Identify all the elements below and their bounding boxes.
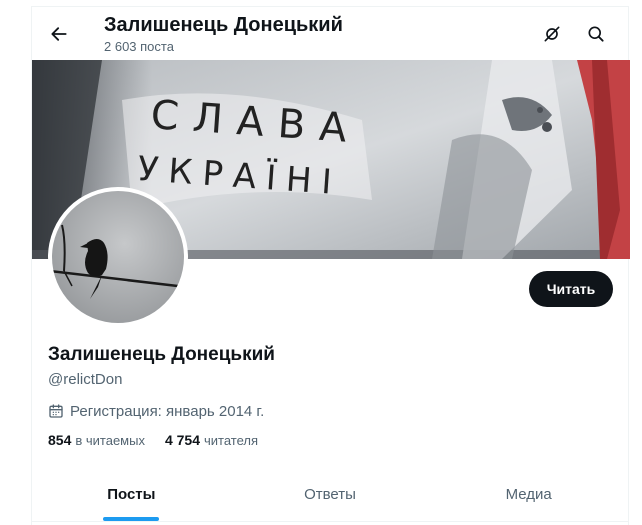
back-arrow-icon bbox=[51, 27, 67, 41]
calendar-icon bbox=[49, 404, 63, 418]
header-title: Залишенець Донецький bbox=[104, 14, 343, 36]
following-count: 854 bbox=[48, 432, 72, 448]
satellite-off-icon bbox=[544, 26, 560, 42]
search-icon bbox=[588, 26, 604, 42]
user-handle: @relictDon bbox=[48, 371, 123, 388]
display-name: Залишенець Донецький bbox=[48, 344, 275, 365]
profile-tabs: Посты Ответы Медиа bbox=[32, 467, 628, 522]
follow-stats: 854 в читаемых 4 754 читателя bbox=[48, 432, 278, 452]
following-label: в читаемых bbox=[75, 433, 145, 448]
back-button[interactable] bbox=[44, 19, 74, 49]
tab-media-label: Медиа bbox=[505, 485, 552, 503]
tab-replies-label: Ответы bbox=[304, 485, 356, 503]
following-link[interactable]: 854 в читаемых bbox=[48, 432, 145, 448]
join-date: Регистрация: январь 2014 г. bbox=[48, 401, 264, 421]
grok-button[interactable] bbox=[538, 20, 566, 48]
followers-count: 4 754 bbox=[164, 432, 201, 448]
active-tab-indicator bbox=[103, 517, 160, 521]
avatar[interactable] bbox=[48, 187, 188, 327]
avatar-image bbox=[52, 191, 184, 323]
tab-posts[interactable]: Посты bbox=[32, 467, 231, 521]
join-date-text: Регистрация: январь 2014 г. bbox=[70, 402, 265, 420]
profile-header-bar: Залишенець Донецький 2 603 поста bbox=[32, 7, 628, 60]
followers-link[interactable]: 4 754 читателя bbox=[165, 432, 258, 448]
tab-posts-label: Посты bbox=[107, 485, 156, 503]
post-count: 2 603 поста bbox=[104, 39, 174, 54]
followers-label: читателя bbox=[204, 433, 259, 448]
search-button[interactable] bbox=[582, 20, 610, 48]
tab-replies[interactable]: Ответы bbox=[231, 467, 430, 521]
follow-button[interactable]: Читать bbox=[529, 271, 613, 307]
tab-media[interactable]: Медиа bbox=[429, 467, 628, 521]
